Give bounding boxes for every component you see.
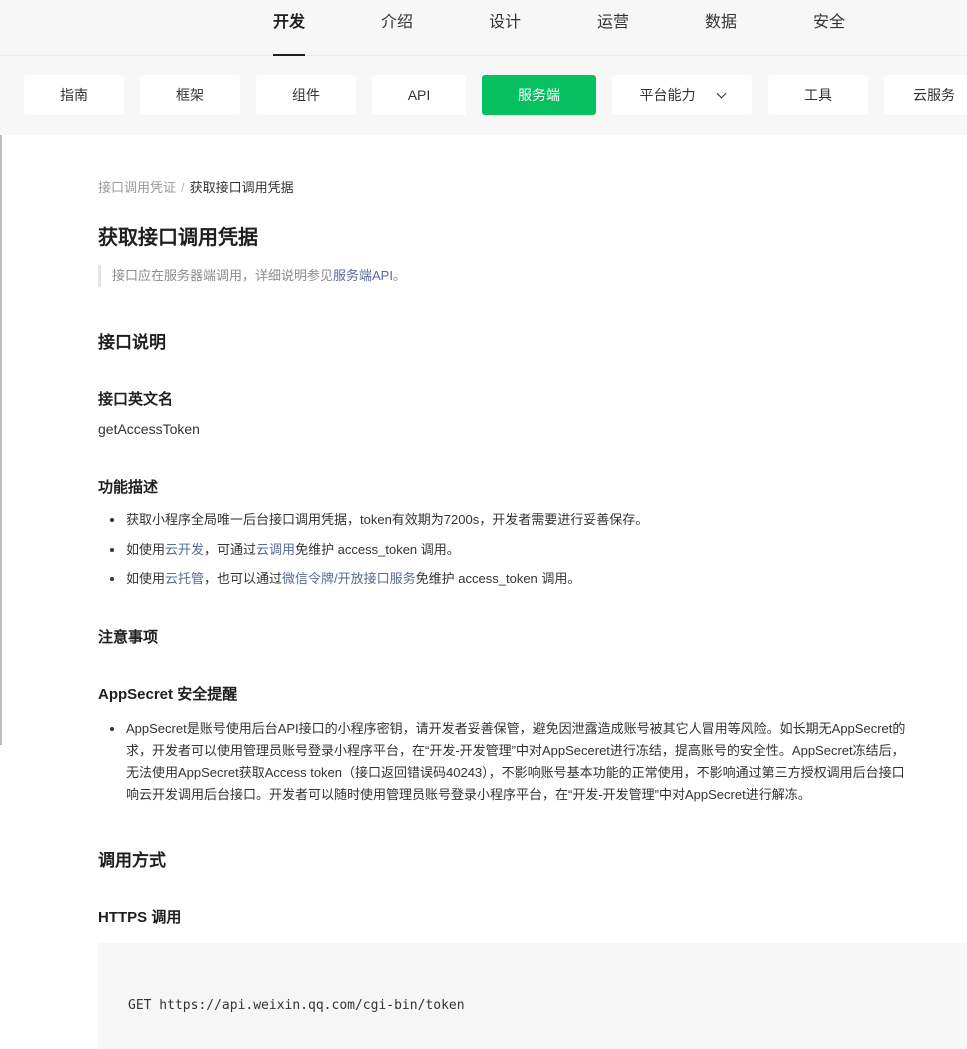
- bullet-text: 获取小程序全局唯一后台接口调用凭据，token有效期为7200s，开发者需要进行…: [126, 512, 649, 527]
- appsecret-list-item: AppSecret是账号使用后台API接口的小程序密钥，请开发者妥善保管，避免因…: [98, 718, 905, 806]
- description-heading: 功能描述: [98, 479, 159, 496]
- subnav-api[interactable]: API: [372, 75, 466, 115]
- note-suffix: 。: [392, 268, 406, 283]
- cloud-dev-link[interactable]: 云开发: [165, 542, 204, 557]
- subnav-platform-label: 平台能力: [639, 87, 696, 103]
- code-block: GET https://api.weixin.qq.com/cgi-bin/to…: [98, 943, 967, 1049]
- list-item: 如使用云托管，也可以通过微信令牌/开放接口服务免维护 access_token …: [98, 568, 580, 590]
- tab-design[interactable]: 设计: [465, 0, 545, 56]
- sub-nav: 指南 框架 组件 API 服务端 平台能力 工具 云服务: [0, 56, 967, 135]
- english-name-value: getAccessToken: [98, 421, 200, 437]
- subnav-server[interactable]: 服务端: [482, 75, 596, 115]
- chevron-down-icon: [716, 88, 726, 99]
- note-quote: 接口应在服务器端调用，详细说明参见服务端API。: [98, 265, 406, 287]
- subnav-components[interactable]: 组件: [256, 75, 356, 115]
- page-title: 获取接口调用凭据: [98, 227, 258, 249]
- breadcrumb-current: 获取接口调用凭据: [189, 180, 294, 195]
- list-item: 获取小程序全局唯一后台接口调用凭据，token有效期为7200s，开发者需要进行…: [98, 509, 648, 531]
- subnav-platform-dropdown[interactable]: 平台能力: [612, 75, 752, 115]
- list-item: 如使用云开发，可通过云调用免维护 access_token 调用。: [98, 539, 460, 561]
- note-text: 接口应在服务器端调用，详细说明参见: [112, 268, 334, 283]
- breadcrumb: 接口调用凭证 / 获取接口调用凭据: [98, 177, 294, 196]
- appsecret-line: 无法使用AppSecret获取Access token（接口返回错误码40243…: [126, 765, 905, 780]
- tab-develop[interactable]: 开发: [249, 0, 329, 56]
- bullet-text: ，也可以通过: [204, 571, 283, 586]
- subnav-cloud[interactable]: 云服务: [884, 75, 967, 115]
- bullet-text: 如使用: [126, 542, 166, 557]
- wechat-token-link[interactable]: 微信令牌/开放接口服务: [282, 571, 416, 586]
- breadcrumb-parent[interactable]: 接口调用凭证: [98, 180, 176, 195]
- subnav-tools[interactable]: 工具: [768, 75, 868, 115]
- subnav-framework[interactable]: 框架: [140, 75, 240, 115]
- top-nav: 开发 介绍 设计 运营 数据 安全: [0, 0, 967, 56]
- appsecret-line: 响云开发调用后台接口。开发者可以随时使用管理员账号登录小程序平台，在“开发-开发…: [126, 787, 811, 802]
- english-name-heading: 接口英文名: [98, 391, 174, 408]
- appsecret-line: 求，开发者可以使用管理员账号登录小程序平台，在“开发-开发管理”中对AppSec…: [126, 743, 905, 758]
- tab-security[interactable]: 安全: [789, 0, 869, 56]
- bullet-text: ，可通过: [204, 542, 257, 557]
- server-api-link[interactable]: 服务端API: [333, 268, 393, 283]
- cloud-call-link[interactable]: 云调用: [256, 542, 295, 557]
- https-call-heading: HTTPS 调用: [98, 909, 182, 926]
- breadcrumb-separator: /: [181, 180, 185, 195]
- notes-heading: 注意事项: [98, 629, 159, 646]
- cloud-hosting-link[interactable]: 云托管: [165, 571, 204, 586]
- bullet-text: 免维护 access_token 调用。: [415, 571, 581, 586]
- tab-data[interactable]: 数据: [681, 0, 761, 56]
- bullet-text: 如使用: [126, 571, 166, 586]
- subnav-guide[interactable]: 指南: [24, 75, 124, 115]
- code-line: GET https://api.weixin.qq.com/cgi-bin/to…: [128, 998, 465, 1013]
- tab-operations[interactable]: 运营: [573, 0, 653, 56]
- call-method-heading: 调用方式: [98, 851, 166, 870]
- appsecret-heading: AppSecret 安全提醒: [98, 686, 238, 703]
- tab-intro[interactable]: 介绍: [357, 0, 437, 56]
- appsecret-line: AppSecret是账号使用后台API接口的小程序密钥，请开发者妥善保管，避免因…: [126, 721, 906, 736]
- sidebar-edge: [0, 135, 2, 745]
- bullet-text: 免维护 access_token 调用。: [295, 542, 460, 557]
- section-interface-heading: 接口说明: [98, 333, 166, 352]
